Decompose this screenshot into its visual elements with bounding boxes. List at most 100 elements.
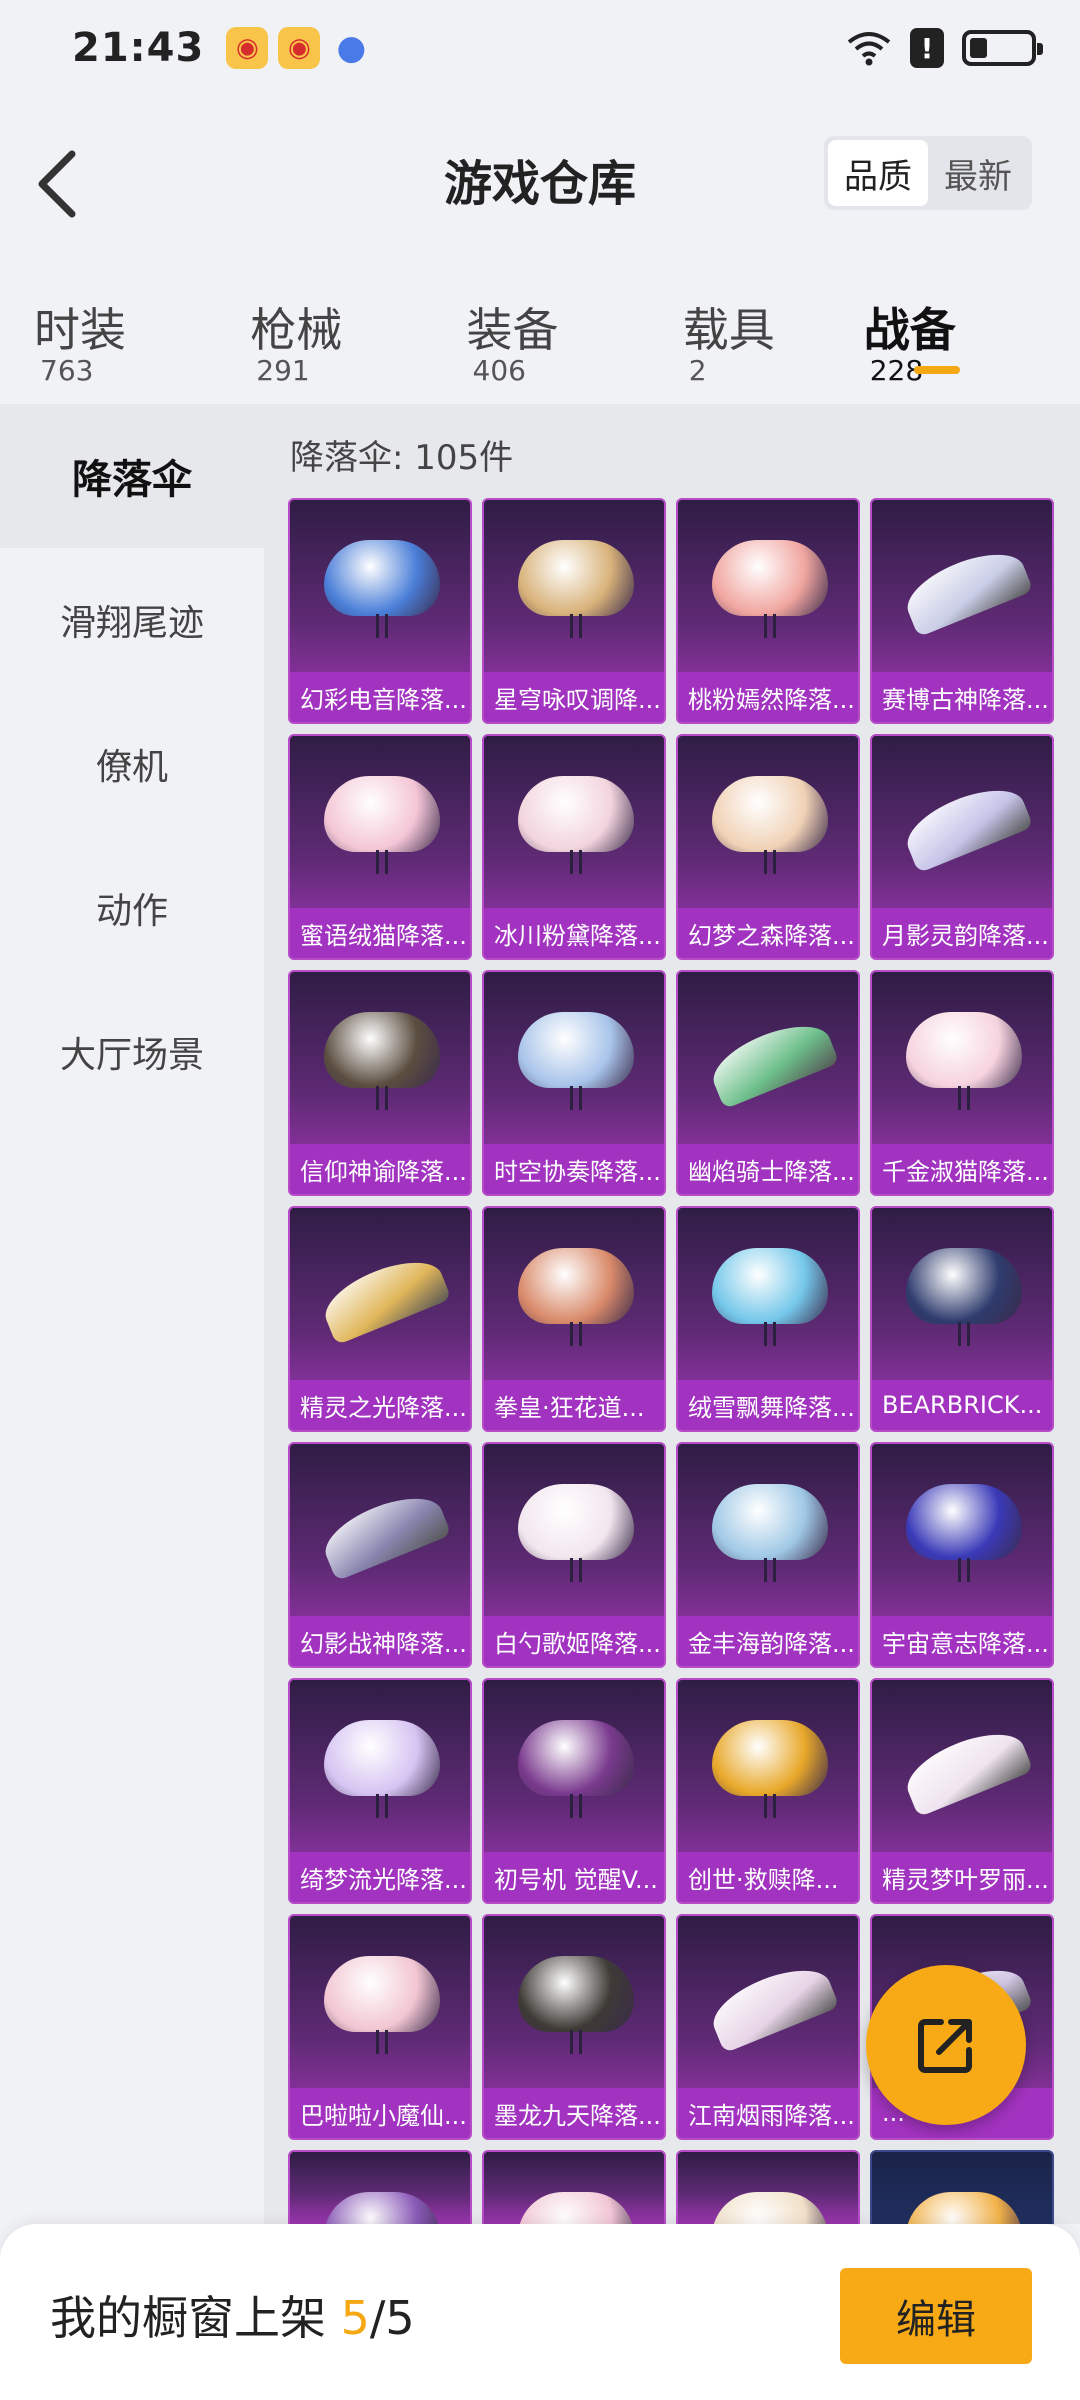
showcase-current: 5	[340, 2291, 370, 2345]
parachute-card[interactable]: 幻梦之森降落...	[676, 734, 860, 960]
parachute-name: 时空协奏降落...	[484, 1144, 664, 1194]
parachute-image	[506, 1702, 646, 1832]
parachute-card[interactable]: 金丰海韵降落...	[676, 1442, 860, 1668]
status-bar: 21:43 ◉ ◉ ● !	[0, 0, 1080, 96]
parachute-image	[894, 1702, 1034, 1832]
parachute-name: 宇宙意志降落...	[872, 1616, 1052, 1666]
parachute-name: 月影灵韵降落...	[872, 908, 1052, 958]
parachute-card[interactable]: 绮梦流光降落...	[288, 1678, 472, 1904]
weibo-icon: ◉	[278, 27, 321, 69]
parachute-name: 墨龙九天降落...	[484, 2088, 664, 2138]
parachute-card[interactable]: 赛博古神降落...	[870, 498, 1054, 724]
tab-equipment[interactable]: 装备406	[467, 270, 617, 400]
parachute-image	[894, 1230, 1034, 1360]
parachute-image	[700, 1466, 840, 1596]
parachute-name: 幽焰骑士降落...	[678, 1144, 858, 1194]
tab-fashion[interactable]: 时装763	[34, 270, 184, 400]
tab-vehicles[interactable]: 载具2	[683, 270, 798, 400]
parachute-image	[894, 994, 1034, 1124]
parachute-name: 白勺歌姬降落...	[484, 1616, 664, 1666]
parachute-name: 精灵之光降落...	[290, 1380, 470, 1430]
parachute-card[interactable]: 幻彩电音降落...	[288, 498, 472, 724]
parachute-image	[506, 758, 646, 888]
parachute-image	[506, 1938, 646, 2068]
parachute-name: 绮梦流光降落...	[290, 1852, 470, 1902]
parachute-card[interactable]: BEARBRICK...	[870, 1206, 1054, 1432]
parachute-name: BEARBRICK...	[872, 1380, 1052, 1430]
parachute-name: 幻彩电音降落...	[290, 672, 470, 722]
sort-toggle: 品质 最新	[824, 136, 1032, 210]
parachute-card[interactable]: 时空协奏降落...	[482, 970, 666, 1196]
edit-button[interactable]: 编辑	[840, 2268, 1032, 2364]
parachute-card[interactable]: 冰川粉黛降落...	[482, 734, 666, 960]
sidebar-item-emote[interactable]: 动作	[0, 836, 264, 980]
parachute-card[interactable]: 月影灵韵降落...	[870, 734, 1054, 960]
parachute-card[interactable]: 拳皇·狂花道...	[482, 1206, 666, 1432]
parachute-image	[700, 758, 840, 888]
parachute-image	[700, 522, 840, 652]
parachute-card[interactable]: 蜜语绒猫降落...	[288, 734, 472, 960]
parachute-card[interactable]	[482, 2150, 666, 2224]
parachute-image	[312, 994, 452, 1124]
parachute-image	[312, 758, 452, 888]
showcase-separator: /	[369, 2291, 386, 2345]
parachute-name: 星穹咏叹调降...	[484, 672, 664, 722]
parachute-name: 幻梦之森降落...	[678, 908, 858, 958]
parachute-name: 绒雪飘舞降落...	[678, 1380, 858, 1430]
parachute-name: 千金淑猫降落...	[872, 1144, 1052, 1194]
category-tabs: 时装763 枪械291 装备406 载具2 战备228	[0, 270, 1080, 400]
parachute-image	[700, 2174, 840, 2224]
parachute-image	[506, 2174, 646, 2224]
parachute-image	[506, 522, 646, 652]
parachute-image	[312, 1938, 452, 2068]
browser-icon: ●	[336, 28, 367, 68]
weibo-icon: ◉	[226, 27, 269, 69]
parachute-card[interactable]	[676, 2150, 860, 2224]
parachute-card[interactable]: 墨龙九天降落...	[482, 1914, 666, 2140]
active-tab-underline	[913, 366, 960, 374]
parachute-card[interactable]: 创世·救赎降...	[676, 1678, 860, 1904]
sidebar-item-parachute[interactable]: 降落伞	[0, 404, 264, 548]
item-count-label: 降落伞: 105件	[290, 438, 514, 478]
wifi-icon	[847, 32, 891, 66]
parachute-card[interactable]: 巴啦啦小魔仙...	[288, 1914, 472, 2140]
parachute-card[interactable]: 江南烟雨降落...	[676, 1914, 860, 2140]
parachute-card[interactable]	[870, 2150, 1054, 2224]
header: 游戏仓库 品质 最新	[0, 96, 1080, 256]
sort-option-quality[interactable]: 品质	[828, 140, 928, 206]
parachute-card[interactable]: 信仰神谕降落...	[288, 970, 472, 1196]
sidebar-item-lobby-scene[interactable]: 大厅场景	[0, 980, 264, 1124]
parachute-image	[506, 1230, 646, 1360]
parachute-card[interactable]	[288, 2150, 472, 2224]
tab-count: 406	[472, 354, 526, 387]
tab-combat-gear[interactable]: 战备228	[864, 270, 1014, 400]
parachute-name: 幻影战神降落...	[290, 1616, 470, 1666]
parachute-card[interactable]: 千金淑猫降落...	[870, 970, 1054, 1196]
parachute-image	[312, 1230, 452, 1360]
parachute-image	[312, 2174, 452, 2224]
parachute-image	[506, 1466, 646, 1596]
parachute-card[interactable]: 白勺歌姬降落...	[482, 1442, 666, 1668]
sidebar-item-wingman[interactable]: 僚机	[0, 692, 264, 836]
parachute-card[interactable]: 桃粉嫣然降落...	[676, 498, 860, 724]
parachute-card[interactable]: 绒雪飘舞降落...	[676, 1206, 860, 1432]
parachute-name: 金丰海韵降落...	[678, 1616, 858, 1666]
parachute-card[interactable]: 宇宙意志降落...	[870, 1442, 1054, 1668]
sidebar: 降落伞 滑翔尾迹 僚机 动作 大厅场景	[0, 404, 264, 2224]
tab-count: 763	[40, 354, 94, 387]
parachute-name: 赛博古神降落...	[872, 672, 1052, 722]
sort-option-newest[interactable]: 最新	[928, 140, 1028, 206]
parachute-name: 冰川粉黛降落...	[484, 908, 664, 958]
tab-weapons[interactable]: 枪械291	[250, 270, 400, 400]
parachute-card[interactable]: 幻影战神降落...	[288, 1442, 472, 1668]
sidebar-item-glide-trail[interactable]: 滑翔尾迹	[0, 548, 264, 692]
parachute-image	[894, 758, 1034, 888]
parachute-name: 桃粉嫣然降落...	[678, 672, 858, 722]
parachute-card[interactable]: 幽焰骑士降落...	[676, 970, 860, 1196]
parachute-card[interactable]: 初号机 觉醒V...	[482, 1678, 666, 1904]
parachute-name: 信仰神谕降落...	[290, 1144, 470, 1194]
parachute-card[interactable]: 星穹咏叹调降...	[482, 498, 666, 724]
parachute-card[interactable]: 精灵梦叶罗丽...	[870, 1678, 1054, 1904]
parachute-card[interactable]: 精灵之光降落...	[288, 1206, 472, 1432]
share-button[interactable]	[866, 1965, 1026, 2125]
